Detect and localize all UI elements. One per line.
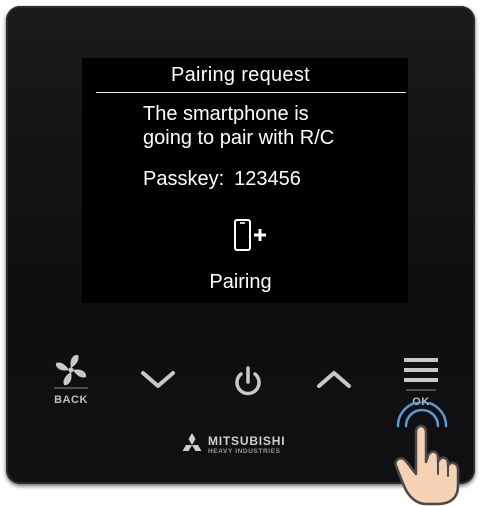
menu-icon xyxy=(404,358,438,391)
title-divider xyxy=(96,92,406,93)
passkey-row: Passkey: 123456 xyxy=(143,168,301,191)
phone-plus-icon xyxy=(234,219,266,251)
power-button[interactable] xyxy=(228,362,268,402)
down-button[interactable] xyxy=(138,362,178,396)
dialog-message: The smartphone is going to pair with R/C xyxy=(143,102,334,150)
back-label: BACK xyxy=(54,394,88,406)
up-button[interactable] xyxy=(314,362,354,396)
message-line-2: going to pair with R/C xyxy=(143,127,335,149)
back-button[interactable]: BACK xyxy=(46,350,96,412)
brand-subtitle: HEAVY INDUSTRIES xyxy=(208,448,281,455)
passkey-label: Passkey: xyxy=(143,168,225,190)
three-diamonds-logo xyxy=(182,433,202,451)
brand-logo: MITSUBISHI HEAVY INDUSTRIES xyxy=(178,432,338,460)
fan-icon xyxy=(54,354,88,389)
chevron-down-icon xyxy=(141,371,175,388)
dialog-title: Pairing request xyxy=(170,64,311,86)
chevron-up-icon xyxy=(317,371,351,388)
power-icon xyxy=(235,366,261,396)
pointing-hand-icon xyxy=(394,402,460,506)
pairing-status: Pairing xyxy=(209,271,272,293)
message-line-1: The smartphone is xyxy=(143,103,309,125)
passkey-value: 123456 xyxy=(234,168,301,190)
brand-name: MITSUBISHI xyxy=(208,434,286,448)
